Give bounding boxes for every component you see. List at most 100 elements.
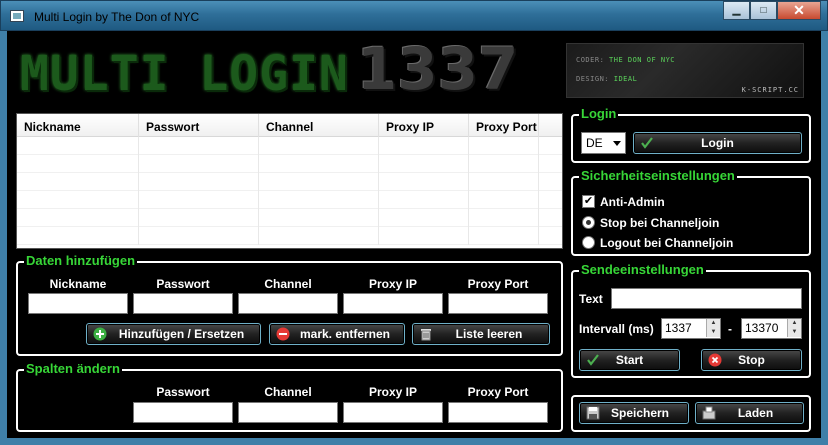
spin-down-icon[interactable]: ▼ — [787, 328, 801, 337]
trash-icon — [421, 329, 431, 341]
interval-from-value: 1337 — [665, 321, 692, 335]
design-value: IDEAL — [613, 75, 638, 83]
design-line: DESIGN: IDEAL — [576, 75, 637, 83]
interval-to-value: 13370 — [745, 321, 779, 335]
site-label: K-SCRIPT.CC — [741, 86, 799, 94]
login-legend: Login — [579, 106, 619, 121]
load-icon — [702, 406, 716, 420]
table-row[interactable] — [17, 191, 562, 209]
password-input[interactable] — [133, 293, 233, 314]
nickname-input[interactable] — [28, 293, 128, 314]
checkmark-icon — [587, 354, 599, 366]
save-load-group: Speichern Laden — [571, 395, 811, 432]
edit-proxy-ip-input[interactable] — [343, 402, 443, 423]
close-icon[interactable]: ✕ — [777, 1, 821, 20]
proxy-ip-label: Proxy IP — [368, 385, 418, 399]
table-row[interactable] — [17, 209, 562, 227]
title-bar[interactable]: Multi Login by The Don of NYC ▁ □ ✕ — [0, 0, 828, 31]
anti-admin-label[interactable]: Anti-Admin — [600, 195, 665, 209]
remove-icon — [276, 327, 290, 341]
start-label: Start — [615, 353, 644, 367]
coder-value: THE DON OF NYC — [609, 56, 676, 64]
add-data-legend: Daten hinzufügen — [24, 253, 138, 268]
spin-down-icon[interactable]: ▼ — [706, 328, 720, 337]
column-header[interactable]: Proxy IP — [379, 114, 469, 137]
app-icon — [10, 10, 24, 22]
table-row[interactable] — [17, 173, 562, 191]
anti-admin-checkbox[interactable]: ✔ — [582, 195, 595, 208]
interval-from-spinner[interactable]: 1337 ▲ ▼ — [661, 318, 721, 339]
password-label: Passwort — [156, 277, 210, 291]
window-title: Multi Login by The Don of NYC — [34, 10, 200, 24]
column-header[interactable]: Passwort — [139, 114, 259, 137]
load-label: Laden — [737, 406, 774, 420]
logo-text: MULTI LOGIN — [20, 46, 349, 102]
add-icon — [93, 327, 107, 341]
accounts-table[interactable]: Nickname Passwort Channel Proxy IP Proxy… — [16, 113, 563, 249]
stop-on-join-radio[interactable] — [582, 216, 595, 229]
table-row[interactable] — [17, 137, 562, 155]
edit-proxy-port-input[interactable] — [448, 402, 548, 423]
edit-columns-legend: Spalten ändern — [24, 361, 122, 376]
interval-label: Intervall (ms) — [579, 322, 654, 336]
minimize-icon[interactable]: ▁ — [723, 1, 750, 20]
save-icon — [586, 406, 600, 420]
table-row[interactable] — [17, 227, 562, 245]
table-row[interactable] — [17, 155, 562, 173]
remove-marked-label: mark. entfernen — [299, 327, 391, 341]
stop-button[interactable]: Stop — [701, 349, 802, 371]
maximize-icon[interactable]: □ — [750, 1, 777, 20]
proxy-port-label: Proxy Port — [467, 385, 529, 399]
logout-on-join-label[interactable]: Logout bei Channeljoin — [600, 236, 733, 250]
save-button[interactable]: Speichern — [579, 402, 689, 424]
stop-icon — [708, 353, 722, 367]
column-header[interactable]: Nickname — [17, 114, 139, 137]
logout-on-join-radio[interactable] — [582, 236, 595, 249]
add-replace-button[interactable]: Hinzufügen / Ersetzen — [86, 323, 261, 345]
send-settings-group: Sendeeinstellungen Text Intervall (ms) 1… — [571, 262, 811, 378]
column-header[interactable]: Proxy Port — [469, 114, 539, 137]
edit-columns-group: Spalten ändern Passwort Channel Proxy IP… — [16, 361, 563, 432]
login-label: Login — [701, 136, 734, 150]
interval-to-spinner[interactable]: 13370 ▲ ▼ — [741, 318, 802, 339]
nickname-label: Nickname — [49, 277, 107, 291]
coder-line: CODER: THE DON OF NYC — [576, 56, 675, 64]
stop-on-join-label[interactable]: Stop bei Channeljoin — [600, 216, 719, 230]
proxy-ip-input[interactable] — [343, 293, 443, 314]
remove-marked-button[interactable]: mark. entfernen — [269, 323, 405, 345]
edit-password-input[interactable] — [133, 402, 233, 423]
channel-input[interactable] — [238, 293, 338, 314]
proxy-port-input[interactable] — [448, 293, 548, 314]
add-replace-label: Hinzufügen / Ersetzen — [118, 327, 245, 341]
password-label: Passwort — [156, 385, 210, 399]
load-button[interactable]: Laden — [695, 402, 804, 424]
security-group: Sicherheitseinstellungen ✔ Anti-Admin St… — [571, 168, 811, 256]
stop-label: Stop — [738, 353, 765, 367]
logo: MULTI LOGIN 1337 — [20, 36, 518, 98]
credits-banner: CODER: THE DON OF NYC DESIGN: IDEAL K-SC… — [566, 43, 804, 98]
spin-up-icon[interactable]: ▲ — [706, 319, 720, 328]
channel-label: Channel — [264, 277, 312, 291]
clear-list-button[interactable]: Liste leeren — [412, 323, 550, 345]
coder-label: CODER: — [576, 56, 605, 64]
edit-channel-input[interactable] — [238, 402, 338, 423]
security-legend: Sicherheitseinstellungen — [579, 168, 737, 183]
proxy-ip-label: Proxy IP — [368, 277, 418, 291]
login-group: Login DE Login — [571, 106, 811, 163]
add-data-group: Daten hinzufügen Nickname Passwort Chann… — [16, 253, 563, 356]
design-label: DESIGN: — [576, 75, 610, 83]
send-legend: Sendeeinstellungen — [579, 262, 706, 277]
column-header[interactable]: Channel — [259, 114, 379, 137]
start-button[interactable]: Start — [579, 349, 680, 371]
interval-separator: - — [728, 322, 732, 336]
login-button[interactable]: Login — [633, 132, 802, 154]
spin-up-icon[interactable]: ▲ — [787, 319, 801, 328]
clear-list-label: Liste leeren — [455, 327, 523, 341]
proxy-port-label: Proxy Port — [467, 277, 529, 291]
send-text-input[interactable] — [611, 288, 802, 309]
logo-number: 1337 — [356, 35, 519, 103]
region-value: DE — [586, 136, 603, 150]
text-label: Text — [579, 292, 603, 306]
region-select[interactable]: DE — [581, 132, 626, 154]
checkmark-icon — [641, 137, 653, 149]
